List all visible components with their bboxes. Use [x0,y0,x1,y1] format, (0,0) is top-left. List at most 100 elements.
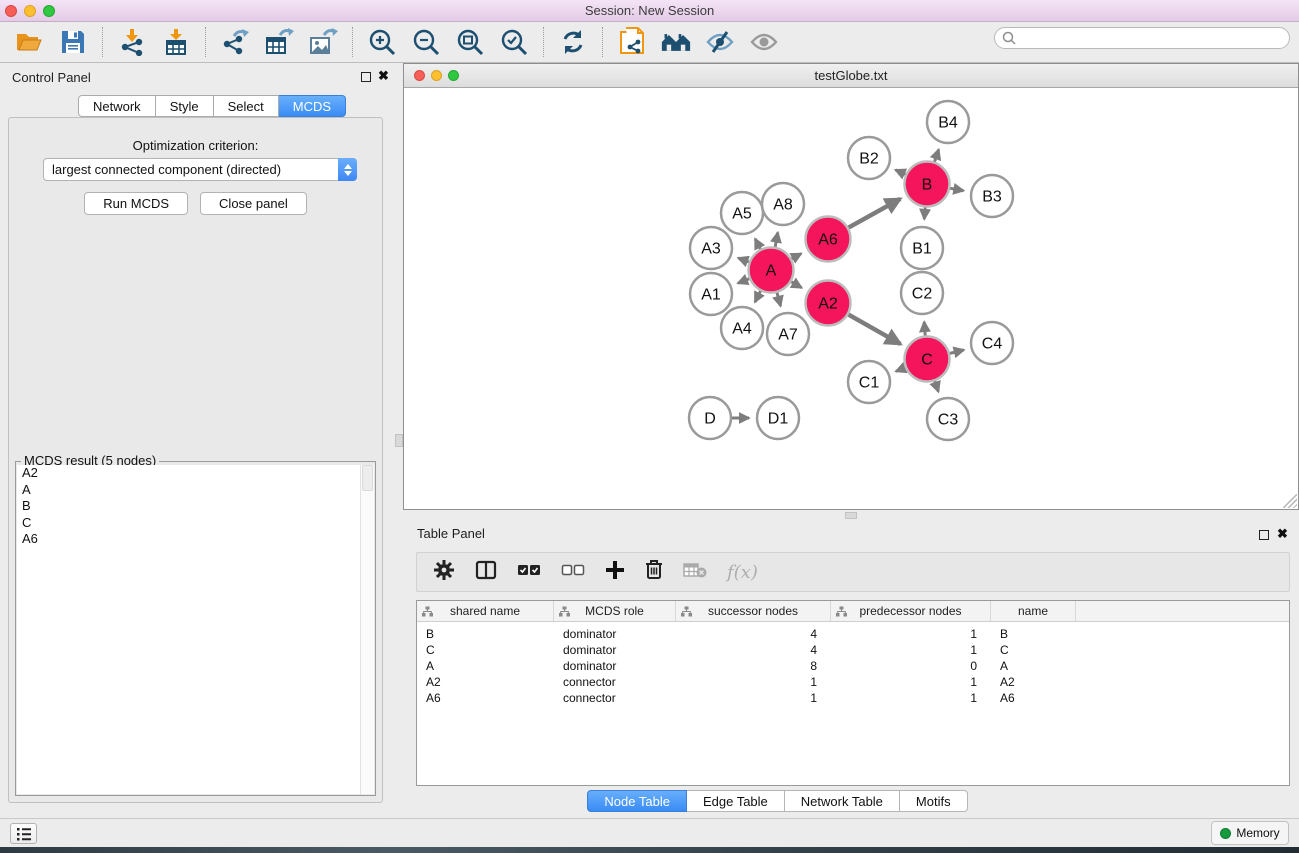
mcds-result-item[interactable]: A [17,482,360,499]
node-C3[interactable]: C3 [927,398,969,440]
node-table-body[interactable]: Bdominator41BCdominator41CAdominator80AA… [417,622,1289,706]
open-session-icon[interactable] [14,27,44,57]
tab-select[interactable]: Select [214,95,279,117]
desktop-vertical-scrollbar[interactable] [395,434,403,447]
float-table-panel-icon[interactable] [1259,530,1269,540]
mcds-result-item[interactable]: C [17,515,360,532]
node-A8[interactable]: A8 [762,183,804,225]
run-mcds-button[interactable]: Run MCDS [84,192,188,215]
node-C1[interactable]: C1 [848,361,890,403]
node-table[interactable]: shared nameMCDS rolesuccessor nodesprede… [416,600,1290,786]
column-header-successor-nodes[interactable]: successor nodes [676,601,831,621]
edge-C-C3[interactable] [934,380,938,391]
column-header-MCDS-role[interactable]: MCDS role [554,601,676,621]
delete-column-icon[interactable] [645,559,663,585]
table-cell[interactable]: dominator [554,626,676,642]
tab-motifs[interactable]: Motifs [900,790,968,812]
import-network-icon[interactable] [117,27,147,57]
search-input[interactable] [1017,31,1289,45]
node-C[interactable]: C [905,337,950,382]
edge-A6-B[interactable] [848,199,901,228]
table-cell[interactable]: connector [554,690,676,706]
delete-table-icon[interactable] [683,562,707,583]
edge-B-B1[interactable] [924,206,925,219]
table-cell[interactable]: dominator [554,642,676,658]
close-network-button[interactable] [414,70,425,81]
home-pages-icon[interactable] [661,27,691,57]
tab-mcds[interactable]: MCDS [279,95,346,117]
mcds-result-item[interactable]: B [17,498,360,515]
save-session-icon[interactable] [58,27,88,57]
tab-style[interactable]: Style [156,95,214,117]
table-cell[interactable]: A6 [991,690,1076,706]
minimize-window-button[interactable] [24,5,36,17]
export-network-icon[interactable] [220,27,250,57]
close-panel-button[interactable]: Close panel [200,192,307,215]
node-B2[interactable]: B2 [848,137,890,179]
table-row[interactable]: Cdominator41C [417,642,1289,658]
table-cell[interactable]: A [417,658,554,674]
tab-network[interactable]: Network [78,95,156,117]
zoom-fit-icon[interactable] [455,27,485,57]
float-panel-icon[interactable] [361,72,371,82]
node-C4[interactable]: C4 [971,322,1013,364]
column-header-predecessor-nodes[interactable]: predecessor nodes [831,601,991,621]
search-field[interactable] [994,27,1290,49]
table-cell[interactable]: 1 [676,674,831,690]
zoom-in-icon[interactable] [367,27,397,57]
gear-icon[interactable] [433,559,455,586]
window-resize-grip[interactable] [1283,494,1297,508]
minimize-network-button[interactable] [431,70,442,81]
hide-panel-eye-icon[interactable] [705,27,735,57]
table-row[interactable]: A2connector11A2 [417,674,1289,690]
table-cell[interactable]: A2 [991,674,1076,690]
table-cell[interactable]: 0 [831,658,991,674]
add-column-icon[interactable] [605,560,625,585]
memory-button[interactable]: Memory [1211,821,1289,845]
criterion-dropdown[interactable]: largest connected component (directed) [43,158,357,181]
new-network-from-file-icon[interactable] [617,27,647,57]
close-panel-icon[interactable]: ✖ [378,68,389,84]
edge-A-A6[interactable] [791,254,801,260]
table-row[interactable]: A6connector11A6 [417,690,1289,706]
table-cell[interactable]: 1 [676,690,831,706]
edge-C-C1[interactable] [896,367,906,371]
edge-A-A4[interactable] [755,290,761,302]
edge-B-B4[interactable] [934,149,938,162]
edge-A-A3[interactable] [738,258,750,262]
table-cell[interactable]: 8 [676,658,831,674]
network-window-controls[interactable] [414,70,459,81]
tab-edge-table[interactable]: Edge Table [687,790,785,812]
table-cell[interactable]: A6 [417,690,554,706]
edge-C-C2[interactable] [924,322,925,337]
table-cell[interactable]: 4 [676,626,831,642]
node-A5[interactable]: A5 [721,192,763,234]
column-header-name[interactable]: name [991,601,1076,621]
table-cell[interactable]: 1 [831,626,991,642]
edge-A2-C[interactable] [848,314,901,344]
network-window-titlebar[interactable]: testGlobe.txt [404,64,1298,88]
function-builder-icon[interactable]: f(x) [727,562,758,583]
unselect-all-checkboxes-icon[interactable] [561,563,585,581]
node-table-header[interactable]: shared nameMCDS rolesuccessor nodesprede… [417,601,1289,622]
tab-node-table[interactable]: Node Table [587,790,687,812]
table-cell[interactable]: C [991,642,1076,658]
close-table-panel-icon[interactable]: ✖ [1277,526,1288,542]
edge-A-A2[interactable] [790,281,801,287]
tab-network-table[interactable]: Network Table [785,790,900,812]
node-A[interactable]: A [749,248,794,293]
desktop-horizontal-scrollbar[interactable] [845,512,857,519]
node-A2[interactable]: A2 [806,281,851,326]
select-all-checkboxes-icon[interactable] [517,563,541,581]
node-A4[interactable]: A4 [721,307,763,349]
edge-A-A7[interactable] [777,292,781,306]
table-row[interactable]: Bdominator41B [417,626,1289,642]
network-graph[interactable]: AA1A2A3A4A5A6A7A8BB1B2B3B4CC1C2C3C4DD1 [404,89,1298,510]
table-cell[interactable]: 1 [831,674,991,690]
table-cell[interactable]: 1 [831,642,991,658]
node-B1[interactable]: B1 [901,227,943,269]
node-B3[interactable]: B3 [971,175,1013,217]
node-B4[interactable]: B4 [927,101,969,143]
node-A7[interactable]: A7 [767,313,809,355]
zoom-out-icon[interactable] [411,27,441,57]
